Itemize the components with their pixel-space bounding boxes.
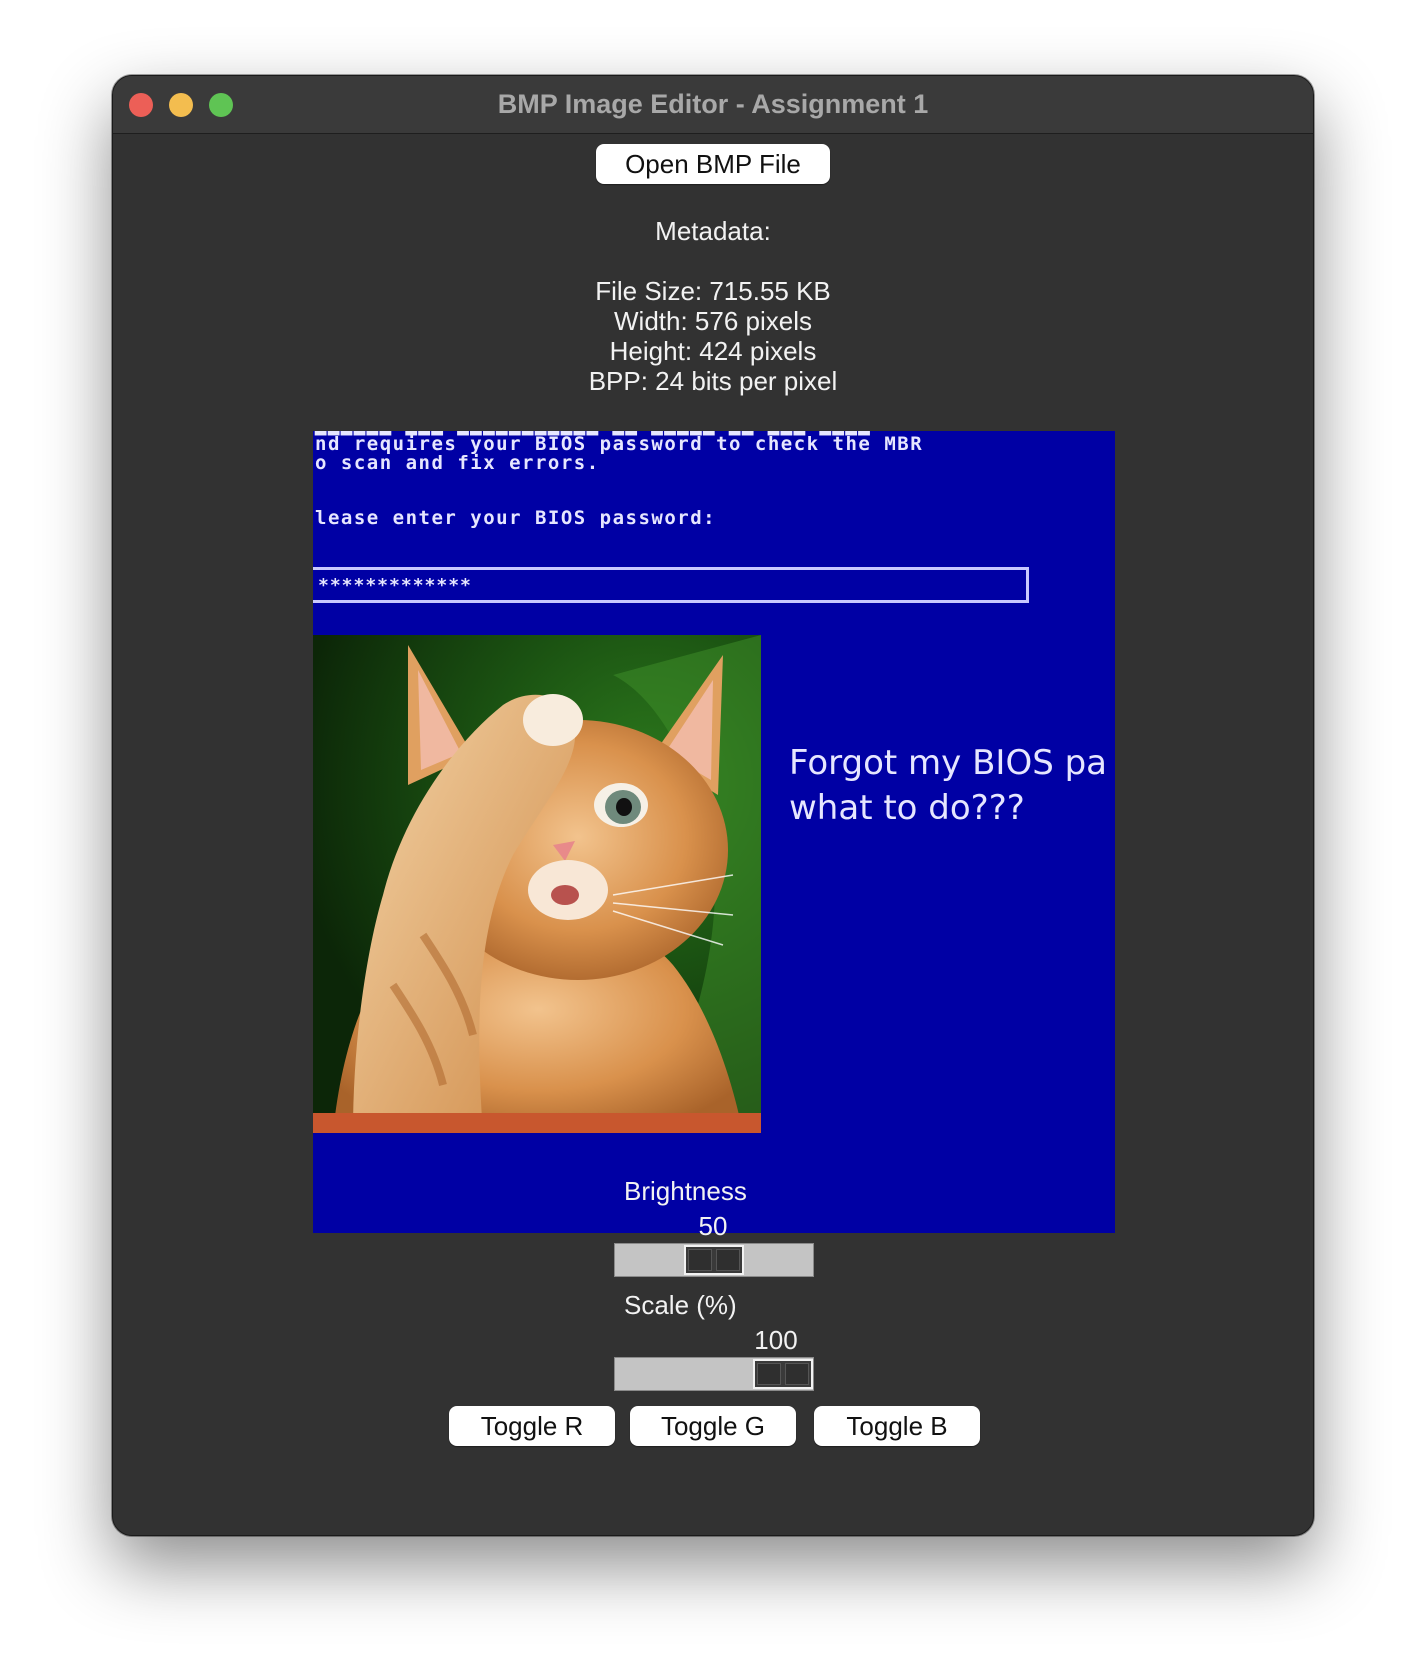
brightness-label: Brightness (624, 1176, 747, 1206)
kitten-illustration (313, 635, 761, 1133)
caption-line: what to do??? (789, 788, 1025, 828)
scale-label: Scale (%) (624, 1290, 737, 1320)
open-bmp-button[interactable]: Open BMP File (596, 144, 830, 184)
caption-line: Forgot my BIOS pa (789, 743, 1108, 783)
brightness-value: 50 (698, 1211, 728, 1241)
width-text: Width: 576 pixels (614, 306, 812, 336)
app-window: BMP Image Editor - Assignment 1 Open BMP… (112, 75, 1314, 1536)
toggle-b-button[interactable]: Toggle B (814, 1406, 980, 1446)
bpp-text: BPP: 24 bits per pixel (588, 366, 838, 396)
scale-value: 100 (754, 1325, 798, 1355)
metadata-heading: Metadata: (655, 216, 771, 246)
scale-slider-thumb[interactable] (753, 1359, 813, 1389)
bios-line: lease enter your BIOS password: (315, 507, 717, 529)
password-mask: ************* (318, 575, 472, 596)
scale-slider[interactable] (614, 1357, 814, 1391)
height-text: Height: 424 pixels (609, 336, 817, 366)
window-title: BMP Image Editor - Assignment 1 (497, 89, 929, 119)
password-box: ************* (313, 567, 1029, 603)
brightness-slider[interactable] (614, 1243, 814, 1277)
brightness-slider-thumb[interactable] (684, 1245, 744, 1275)
title-bar: BMP Image Editor - Assignment 1 (113, 76, 1313, 134)
image-canvas: ▀▀▀▀▀▀ ▀▀▀ ▀▀▀▀▀▀▀▀▀▀▀ ▀▀ ▀▀▀▀▀ ▀▀ ▀▀▀ ▀… (313, 431, 1115, 1233)
bios-line: o scan and fix errors. (315, 452, 600, 474)
kitten-photo (313, 635, 761, 1133)
toggle-r-button[interactable]: Toggle R (449, 1406, 615, 1446)
toggle-g-button[interactable]: Toggle G (630, 1406, 796, 1446)
file-size-text: File Size: 715.55 KB (595, 276, 831, 306)
